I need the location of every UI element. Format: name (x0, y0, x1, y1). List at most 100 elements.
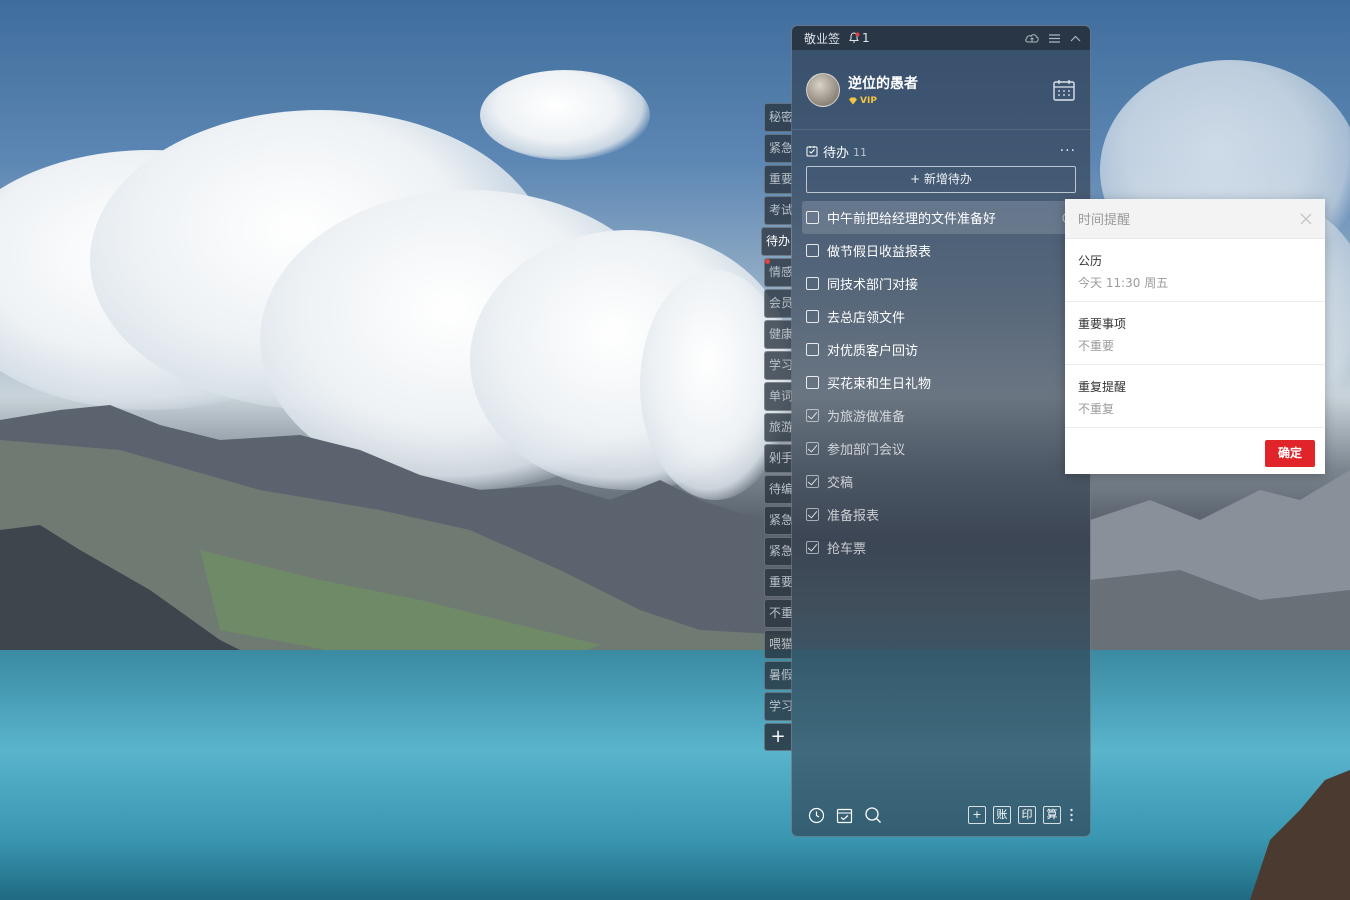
todo-item-done[interactable]: 抢车票 (802, 531, 1080, 564)
todo-checkbox[interactable] (806, 310, 819, 323)
category-tab[interactable]: 喂猫 (764, 630, 792, 659)
category-tabs: 秘密 紧急 重要 考试 待办 情感 会员 健康 学习 单词 旅游 剁手 待编 紧… (761, 103, 792, 751)
category-tab-active[interactable]: 待办 (761, 227, 791, 256)
todo-text: 买花束和生日礼物 (827, 377, 932, 392)
list-header: 待办 11 ··· (792, 130, 1090, 162)
todo-checkbox[interactable] (806, 211, 819, 224)
avatar[interactable] (806, 72, 840, 107)
new-note-button[interactable]: + (968, 806, 986, 824)
menu-icon[interactable] (1048, 33, 1061, 44)
repeat-setting-row[interactable]: 重复提醒 不重复 (1065, 365, 1325, 428)
todo-item[interactable]: 对优质客户回访 (802, 333, 1080, 366)
category-tab[interactable]: 紧急 (764, 134, 792, 163)
todo-checkbox[interactable] (806, 343, 819, 356)
todo-text: 参加部门会议 (827, 443, 906, 458)
category-tab[interactable]: 剁手 (764, 444, 792, 473)
todo-text: 做节假日收益报表 (827, 245, 932, 260)
category-tab[interactable]: 重要 (764, 165, 792, 194)
list-count: 11 (853, 145, 868, 159)
category-tab[interactable]: 健康 (764, 320, 792, 349)
category-tab[interactable]: 待编 (764, 475, 792, 504)
notes-panel: 敬业签 1 逆位的愚者 VIP 待办 11 ··· + 新增待办 中午前把给经理… (791, 25, 1091, 837)
category-tab[interactable]: 学习 (764, 692, 792, 721)
category-tab[interactable]: 重要 (764, 568, 792, 597)
more-vertical-icon[interactable] (1069, 807, 1074, 823)
vip-label: VIP (860, 96, 877, 106)
todo-checkbox[interactable] (806, 376, 819, 389)
notification-bell[interactable]: 1 (848, 31, 870, 45)
todo-checkbox-checked[interactable] (806, 541, 819, 554)
category-tab[interactable]: 不重 (764, 599, 792, 628)
category-tab[interactable]: 学习 (764, 351, 792, 380)
username: 逆位的愚者 (848, 76, 918, 92)
todo-list: 中午前把给经理的文件准备好 做节假日收益报表 同技术部门对接 去总店领文件 对优… (792, 201, 1090, 564)
notification-count: 1 (862, 31, 870, 45)
clock-icon[interactable] (808, 807, 825, 824)
diamond-icon (849, 97, 857, 105)
popup-title: 时间提醒 (1078, 213, 1131, 228)
setting-value: 今天 11:30 周五 (1078, 276, 1169, 290)
bottom-toolbar: + 账 印 算 (792, 794, 1090, 836)
setting-value: 不重要 (1078, 339, 1115, 353)
confirm-button[interactable]: 确定 (1265, 440, 1315, 467)
todo-item[interactable]: 中午前把给经理的文件准备好 (802, 201, 1080, 234)
cloud-sync-icon[interactable] (1024, 32, 1040, 44)
todo-item[interactable]: 买花束和生日礼物 (802, 366, 1080, 399)
category-tab[interactable]: 考试 (764, 196, 792, 225)
lake (0, 650, 1350, 900)
app-title: 敬业签 (804, 31, 841, 46)
account-book-button[interactable]: 账 (993, 806, 1011, 824)
todo-checkbox-checked[interactable] (806, 409, 819, 422)
title-bar: 敬业签 1 (792, 26, 1090, 50)
category-tab[interactable]: 紧急 (764, 506, 792, 535)
todo-checkbox[interactable] (806, 244, 819, 257)
popup-header: 时间提醒 (1065, 199, 1325, 239)
todo-text: 准备报表 (827, 509, 880, 524)
category-tab[interactable]: 紧急 (764, 537, 792, 566)
setting-label: 重要事项 (1078, 317, 1127, 331)
todo-text: 对优质客户回访 (827, 344, 919, 359)
vip-badge: VIP (848, 96, 918, 106)
add-todo-button[interactable]: + 新增待办 (806, 166, 1076, 193)
search-icon[interactable] (864, 806, 882, 824)
todo-checkbox-checked[interactable] (806, 442, 819, 455)
todo-item-done[interactable]: 准备报表 (802, 498, 1080, 531)
category-tab[interactable]: 暑假 (764, 661, 792, 690)
todo-checkbox-checked[interactable] (806, 475, 819, 488)
category-tab[interactable]: 情感 (764, 258, 792, 287)
category-tab[interactable]: 单词 (764, 382, 792, 411)
todo-checkbox[interactable] (806, 277, 819, 290)
close-icon[interactable] (1300, 213, 1312, 225)
list-title: 待办 (823, 145, 850, 161)
category-tab[interactable]: 旅游 (764, 413, 792, 442)
rock-foreground (1250, 770, 1350, 900)
todo-item[interactable]: 做节假日收益报表 (802, 234, 1080, 267)
todo-item[interactable]: 去总店领文件 (802, 300, 1080, 333)
more-options-button[interactable]: ··· (1060, 143, 1076, 159)
todo-item-done[interactable]: 交稿 (802, 465, 1080, 498)
calendar-icon[interactable] (1052, 78, 1076, 102)
todo-item-done[interactable]: 为旅游做准备 (802, 399, 1080, 432)
calendar-setting-row[interactable]: 公历 今天 11:30 周五 (1065, 239, 1325, 302)
stamp-button[interactable]: 印 (1018, 806, 1036, 824)
category-tab[interactable]: 秘密 (764, 103, 792, 132)
todo-item[interactable]: 同技术部门对接 (802, 267, 1080, 300)
collapse-chevron-icon[interactable] (1069, 33, 1082, 44)
todo-text: 去总店领文件 (827, 311, 906, 326)
todo-text: 交稿 (827, 476, 854, 491)
todo-item-done[interactable]: 参加部门会议 (802, 432, 1080, 465)
todo-list-icon (806, 146, 818, 157)
todo-text: 为旅游做准备 (827, 410, 906, 425)
task-calendar-icon[interactable] (836, 807, 853, 824)
importance-setting-row[interactable]: 重要事项 不重要 (1065, 302, 1325, 365)
category-tab[interactable]: 会员 (764, 289, 792, 318)
add-category-button[interactable]: + (764, 723, 792, 751)
profile-section: 逆位的愚者 VIP (792, 50, 1090, 130)
bell-icon (849, 32, 860, 43)
setting-value: 不重复 (1078, 402, 1115, 416)
todo-text: 抢车票 (827, 542, 867, 557)
calculator-button[interactable]: 算 (1043, 806, 1061, 824)
todo-checkbox-checked[interactable] (806, 508, 819, 521)
setting-label: 重复提醒 (1078, 380, 1127, 394)
todo-text: 中午前把给经理的文件准备好 (827, 212, 997, 227)
